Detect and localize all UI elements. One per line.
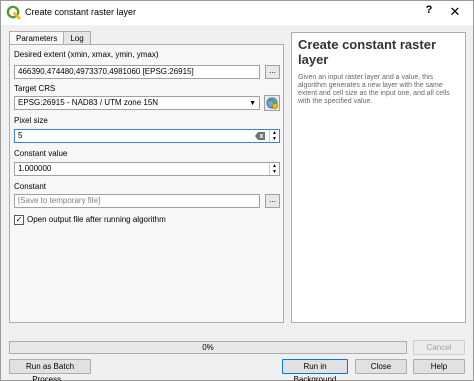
chevron-down-icon: ▼ xyxy=(249,100,256,107)
progress-text: 0% xyxy=(202,343,214,352)
output-file-placeholder: [Save to temporary file] xyxy=(18,196,101,205)
crs-select-value: EPSG:26915 - NAD83 / UTM zone 15N xyxy=(18,98,159,107)
pixel-size-value: 5 xyxy=(18,131,23,140)
close-icon[interactable]: ✕ xyxy=(447,4,463,20)
clear-icon[interactable] xyxy=(255,132,265,140)
cancel-button[interactable]: Cancel xyxy=(413,340,465,355)
crs-globe-icon[interactable] xyxy=(264,95,280,111)
crs-label: Target CRS xyxy=(14,84,56,93)
tab-bar: Parameters Log xyxy=(9,31,91,46)
run-background-button[interactable]: Run in Background xyxy=(282,359,348,381)
constant-value-value: 1.000000 xyxy=(18,164,52,173)
extent-browse-button[interactable]: ... xyxy=(265,65,280,79)
open-output-label: Open output file after running algorithm xyxy=(27,215,166,224)
constant-value-stepper[interactable]: ▲ ▼ xyxy=(269,163,279,175)
constant-value-label: Constant value xyxy=(14,149,68,158)
parameters-panel: Desired extent (xmin, xmax, ymin, ymax) … xyxy=(9,44,284,323)
output-file-input[interactable]: [Save to temporary file] xyxy=(14,194,260,208)
help-icon[interactable]: ? xyxy=(422,4,436,20)
crs-select[interactable]: EPSG:26915 - NAD83 / UTM zone 15N ▼ xyxy=(14,96,260,110)
help-button[interactable]: Help xyxy=(413,359,465,374)
constant-value-input[interactable]: 1.000000 ▲ ▼ xyxy=(14,162,280,176)
output-browse-button[interactable]: ... xyxy=(265,194,280,208)
open-output-checkbox[interactable]: ✓ xyxy=(14,215,24,225)
help-description: Given an input raster layer and a value,… xyxy=(298,74,450,105)
help-title: Create constant raster layer xyxy=(298,37,436,67)
extent-label: Desired extent (xmin, xmax, ymin, ymax) xyxy=(14,50,159,59)
qgis-logo-icon xyxy=(6,5,21,20)
pixel-size-label: Pixel size xyxy=(14,116,48,125)
run-batch-button[interactable]: Run as Batch Process... xyxy=(9,359,91,381)
output-label: Constant xyxy=(14,182,47,191)
progress-bar: 0% xyxy=(9,341,407,354)
dialog-window: Create constant raster layer ? ✕ Paramet… xyxy=(0,0,474,381)
close-button[interactable]: Close xyxy=(355,359,407,374)
pixel-size-input[interactable]: 5 ▲ ▼ xyxy=(14,129,280,143)
window-title: Create constant raster layer xyxy=(25,7,137,17)
tab-log[interactable]: Log xyxy=(63,31,91,45)
help-panel: Create constant raster layer Given an in… xyxy=(291,32,466,323)
pixel-size-stepper[interactable]: ▲ ▼ xyxy=(269,130,279,142)
extent-input[interactable]: 466390,474480,4973370,4981060 [EPSG:2691… xyxy=(14,65,260,79)
title-bar: Create constant raster layer ? ✕ xyxy=(1,1,473,25)
